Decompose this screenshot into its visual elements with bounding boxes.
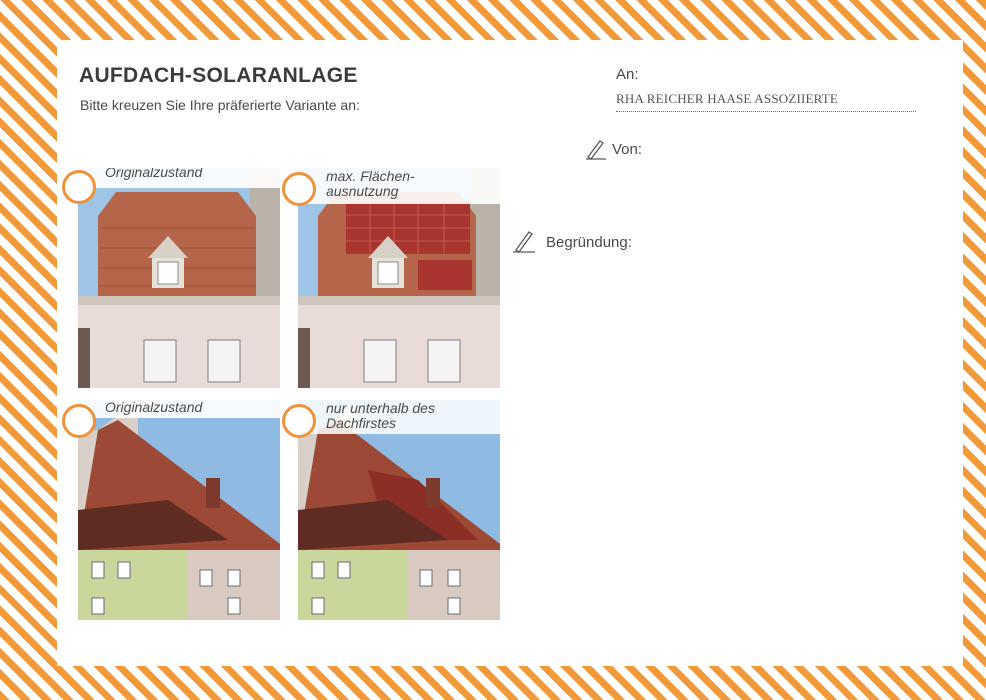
building-photo-image	[78, 400, 280, 620]
reason-label: Begründung:	[546, 234, 632, 251]
page-title: AUFDACH-SOLARANLAGE	[79, 64, 358, 87]
option-caption: Originalzustand	[105, 400, 203, 415]
option-caption: Originalzustand	[105, 168, 203, 180]
photo-original-top[interactable]: Originalzustand	[78, 168, 280, 388]
to-label: An:	[616, 66, 639, 83]
pen-icon	[513, 231, 535, 253]
option-caption-line1: max. Flächen-	[326, 168, 415, 184]
recipient-name: RHA REICHER HAASE ASSOZIIERTE	[616, 91, 839, 106]
pen-icon	[586, 140, 606, 160]
option-caption-line2: Dachfirstes	[326, 415, 397, 431]
option-caption-line2: ausnutzung	[326, 183, 399, 199]
radio-circle-icon[interactable]	[62, 404, 96, 438]
option-caption-line1: nur unterhalb des	[326, 400, 435, 416]
instruction-text: Bitte kreuzen Sie Ihre präferierte Varia…	[80, 97, 360, 113]
photo-max-area[interactable]: max. Flächen- ausnutzung	[298, 168, 500, 388]
to-line	[616, 111, 916, 112]
photo-below-ridge[interactable]: nur unterhalb des Dachfirstes	[298, 400, 500, 620]
from-label: Von:	[612, 141, 643, 158]
photo-original-bottom[interactable]: Originalzustand	[78, 400, 280, 620]
radio-circle-icon[interactable]	[282, 172, 316, 206]
radio-circle-icon[interactable]	[62, 170, 96, 204]
radio-circle-icon[interactable]	[282, 404, 316, 438]
house-photo-image	[78, 168, 280, 388]
